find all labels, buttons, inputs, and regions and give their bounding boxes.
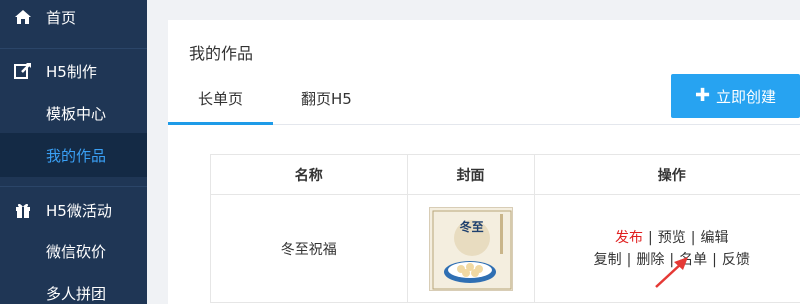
divider <box>0 48 147 49</box>
separator: | <box>690 229 696 246</box>
separator: | <box>712 251 717 268</box>
table-row: 冬至祝福 冬至 发布 | 预览 | 编辑 复制 | 删除 | 名单 | 反馈 <box>210 194 800 303</box>
column-header-cover: 封面 <box>406 154 535 195</box>
column-header-actions: 操作 <box>533 154 800 195</box>
tab-long-page[interactable]: 长单页 <box>198 88 243 109</box>
plus-icon: ✚ <box>694 84 711 106</box>
tab-flip-h5[interactable]: 翻页H5 <box>301 88 352 109</box>
sidebar-item-h5-make[interactable]: H5制作 <box>0 56 147 86</box>
sidebar-item-template-center[interactable]: 模板中心 <box>0 96 147 130</box>
publish-link[interactable]: 发布 <box>615 230 643 246</box>
sidebar-item-label: 微信砍价 <box>46 242 107 261</box>
edit-link[interactable]: 编辑 <box>700 230 728 246</box>
actions-line-1: 发布 | 预览 | 编辑 <box>535 227 800 249</box>
work-name: 冬至祝福 <box>210 194 408 303</box>
feedback-link[interactable]: 反馈 <box>722 252 750 268</box>
annotation-arrow-icon <box>655 257 688 288</box>
sidebar-item-label: 我的作品 <box>46 146 107 165</box>
sidebar-item-label: 首页 <box>46 8 77 27</box>
preview-link[interactable]: 预览 <box>658 230 686 246</box>
sidebar-item-home[interactable]: 首页 <box>0 0 147 34</box>
separator: | <box>626 251 632 268</box>
divider <box>0 186 147 187</box>
sidebar-item-label: 多人拼团 <box>46 284 107 303</box>
sidebar-item-group-buy[interactable]: 多人拼团 <box>0 276 147 304</box>
create-now-label: 立即创建 <box>716 87 777 106</box>
separator: | <box>648 229 653 246</box>
sidebar: 首页 H5制作 模板中心 我的作品 H5微活动 微信砍价 多人拼团 <box>0 0 147 304</box>
cover-thumbnail[interactable]: 冬至 <box>428 206 513 291</box>
page-title: 我的作品 <box>189 44 254 63</box>
column-header-name: 名称 <box>210 154 408 195</box>
gift-icon <box>13 200 33 220</box>
home-icon <box>13 7 33 27</box>
sidebar-item-label: 模板中心 <box>46 104 107 123</box>
sidebar-item-wechat-bargain[interactable]: 微信砍价 <box>0 234 147 268</box>
create-now-button[interactable]: ✚ 立即创建 <box>671 74 800 118</box>
sidebar-item-h5-activity[interactable]: H5微活动 <box>0 194 147 226</box>
cover-title: 冬至 <box>459 219 484 234</box>
works-table: 名称 封面 操作 冬至祝福 冬至 发布 | 预览 | 编辑 复制 | 删除 | … <box>210 154 800 303</box>
sidebar-item-label: H5制作 <box>46 62 97 81</box>
sidebar-item-my-works[interactable]: 我的作品 <box>0 133 147 177</box>
copy-link[interactable]: 复制 <box>594 252 622 268</box>
tab-active-indicator <box>168 122 273 125</box>
works-panel: 我的作品 长单页 翻页H5 ✚ 立即创建 名称 封面 操作 冬至祝福 冬至 发布… <box>168 20 800 304</box>
sidebar-item-label: H5微活动 <box>46 201 112 220</box>
edit-share-icon <box>13 61 33 81</box>
table-header-row: 名称 封面 操作 <box>210 154 800 195</box>
work-cover-cell: 冬至 <box>406 194 535 303</box>
